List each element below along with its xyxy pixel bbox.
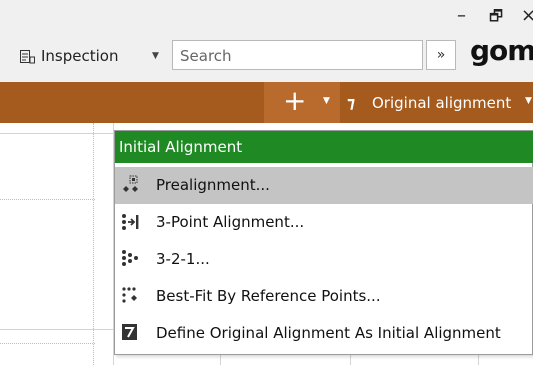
search-placeholder: Search (180, 47, 232, 65)
workspace-selector[interactable]: Inspection (41, 47, 118, 65)
three-two-one-icon (122, 250, 138, 266)
alignment-selector[interactable]: Original alignment (372, 94, 511, 112)
title-bar (0, 0, 533, 32)
restore-button[interactable]: 🗗 (489, 6, 503, 26)
inspection-icon (20, 50, 35, 64)
menu-header-label: Initial Alignment (119, 138, 243, 156)
brand-logo: gom (470, 34, 533, 67)
close-button[interactable]: × (521, 6, 533, 26)
minimize-button[interactable]: – (457, 6, 466, 26)
menu-item-label: 3-2-1... (156, 250, 210, 268)
define-original-alignment-icon (122, 324, 137, 340)
three-point-alignment-icon (122, 214, 139, 230)
best-fit-reference-points-icon (122, 287, 137, 303)
search-expand-button[interactable]: » (426, 40, 456, 70)
menu-item-label: Prealignment... (156, 176, 270, 194)
alignment-caret-icon[interactable]: ▼ (525, 96, 532, 106)
menu-item-label: 3-Point Alignment... (156, 213, 305, 231)
prealignment-icon (123, 175, 138, 192)
menu-item-label: Best-Fit By Reference Points... (156, 287, 381, 305)
plus-icon[interactable]: + (283, 84, 306, 118)
add-caret-icon[interactable]: ▼ (323, 96, 330, 106)
menu-item-label: Define Original Alignment As Initial Ali… (156, 324, 501, 342)
workspace-caret-icon[interactable]: ▼ (152, 51, 159, 61)
alignment-icon: ⁊ (347, 93, 356, 112)
